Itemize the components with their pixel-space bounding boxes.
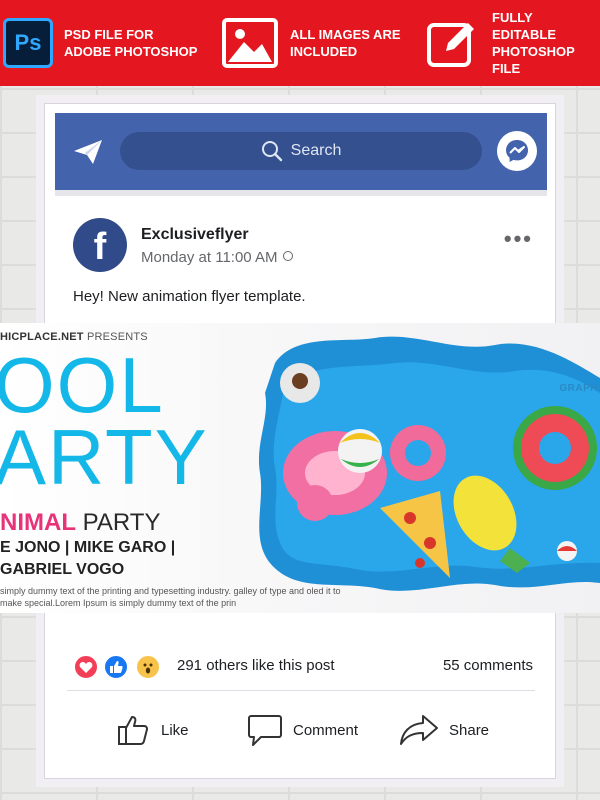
post-time: Monday at 11:00 AM [141, 249, 294, 266]
flyer-names-line2: GABRIEL VOGO [0, 561, 125, 578]
share-icon [400, 715, 438, 745]
search-input[interactable]: Search [120, 132, 482, 170]
like-reaction-icon[interactable] [103, 654, 129, 680]
feature-images: ALL IMAGES ARE INCLUDED [222, 0, 401, 86]
search-icon [261, 141, 282, 162]
facebook-navbar: Search [55, 113, 547, 190]
like-label: Like [161, 721, 189, 739]
comment-icon [248, 715, 282, 746]
like-button[interactable]: Like [117, 712, 189, 748]
post-author[interactable]: Exclusiveflyer [141, 226, 249, 244]
photoshop-badge: Ps [3, 18, 53, 68]
pool-party-illustration [258, 336, 600, 591]
likes-count[interactable]: 291 others like this post [177, 657, 335, 674]
post-timestamp[interactable]: Monday at 11:00 AM [141, 249, 277, 266]
feature-line: PSD FILE FOR [64, 27, 154, 42]
share-button[interactable]: Share [399, 712, 489, 748]
messenger-icon[interactable] [497, 131, 537, 171]
comment-button[interactable]: Comment [247, 712, 358, 748]
flyer-names-line1: E JONO | MIKE GARO | [0, 539, 176, 556]
thumbs-up-icon [118, 716, 149, 745]
feature-line: INCLUDED [290, 44, 358, 59]
feature-editable: FULLY EDITABLE PHOTOSHOP FILE [424, 0, 600, 86]
feature-photoshop: Ps PSD FILE FOR ADOBE PHOTOSHOP [0, 0, 197, 86]
image-icon [222, 17, 278, 69]
promo-banner: Ps PSD FILE FOR ADOBE PHOTOSHOP ALL IMAG… [0, 0, 600, 86]
flyer-subtitle-rest: PARTY [82, 509, 161, 536]
comment-label: Comment [293, 721, 359, 739]
flyer-subtitle-pink: NIMAL [0, 509, 76, 536]
post-text: Hey! New animation flyer template. [73, 288, 306, 305]
avatar[interactable]: f [73, 218, 127, 272]
share-label: Share [449, 721, 490, 739]
globe-icon [283, 251, 294, 261]
post-actions: Like Comment Share [67, 704, 535, 754]
more-options-icon[interactable]: ••• [504, 228, 533, 250]
feature-line: FULLY EDITABLE [492, 10, 557, 42]
reactions-row: 291 others like this post 55 comments [73, 652, 533, 680]
actions-divider [67, 690, 535, 691]
wow-reaction-icon[interactable] [135, 654, 161, 680]
flyer-image[interactable]: HICPLACE.NET PRESENTS OOL ARTY NIMAL PAR… [0, 323, 600, 613]
comments-count[interactable]: 55 comments [443, 657, 533, 674]
feature-line: ALL IMAGES ARE [290, 27, 401, 42]
flyer-corner-text: GRAPH [559, 383, 598, 394]
flyer-subtitle: NIMAL PARTY [0, 509, 160, 537]
photoshop-icon: Ps [0, 17, 56, 69]
flyer-title-line2: ARTY [0, 413, 209, 501]
send-icon[interactable] [73, 139, 103, 165]
feature-line: PHOTOSHOP FILE [492, 44, 575, 76]
avatar-letter: f [93, 225, 107, 268]
search-placeholder: Search [290, 142, 342, 159]
edit-icon [424, 17, 480, 69]
feature-line: ADOBE PHOTOSHOP [64, 44, 198, 59]
heart-reaction-icon[interactable] [73, 654, 99, 680]
post-header: f Exclusiveflyer Monday at 11:00 AM ••• [73, 218, 533, 278]
navbar-divider [55, 190, 547, 196]
